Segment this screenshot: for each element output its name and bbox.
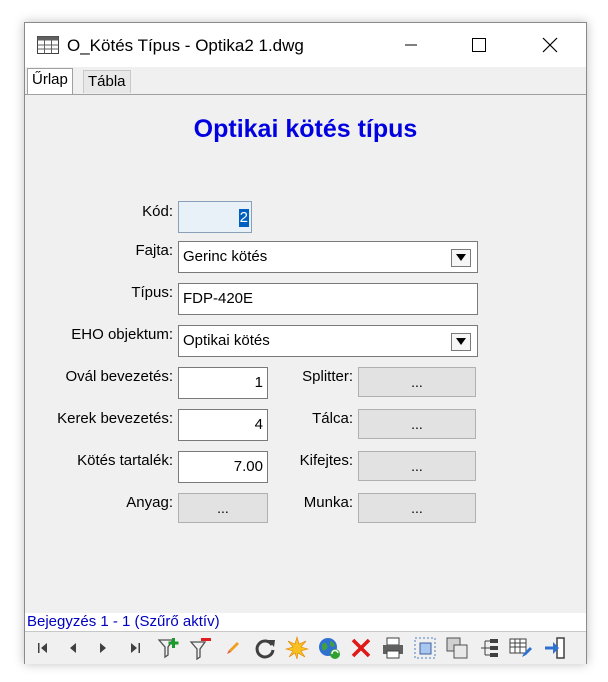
first-record-icon: [38, 643, 47, 653]
chevron-down-icon: [456, 338, 466, 345]
close-button[interactable]: [527, 23, 573, 67]
table-app-icon: [37, 36, 59, 54]
exit-button[interactable]: [543, 636, 567, 660]
tartalek-label: Kötés tartalék:: [77, 452, 173, 469]
splitter-button[interactable]: ...: [358, 367, 476, 397]
window-title: O_Kötés Típus - Optika2 1.dwg: [67, 36, 304, 55]
refresh-button[interactable]: [253, 636, 277, 660]
kerek-value: 4: [254, 416, 263, 433]
oval-value: 1: [254, 374, 263, 391]
select-icon: [414, 637, 436, 659]
remove-filter-button[interactable]: [189, 636, 213, 660]
record-status: Bejegyzés 1 - 1 (Szűrő aktív): [27, 613, 220, 630]
kifejtes-button[interactable]: ...: [358, 451, 476, 481]
tab-tabla[interactable]: Tábla: [83, 70, 131, 93]
eho-value: Optikai kötés: [183, 332, 270, 349]
print-button[interactable]: [381, 636, 405, 660]
next-record-icon: [100, 643, 106, 653]
kerek-label: Kerek bevezetés:: [57, 410, 173, 427]
tartalek-input[interactable]: 7.00: [178, 451, 268, 483]
anyag-button[interactable]: ...: [178, 493, 268, 523]
kod-label: Kód:: [142, 203, 173, 220]
last-record-button[interactable]: [123, 636, 147, 660]
kod-field[interactable]: 2: [178, 201, 252, 233]
prev-record-icon: [70, 643, 76, 653]
remove-filter-icon: [189, 638, 211, 660]
tartalek-value: 7.00: [233, 458, 263, 475]
form-heading: Optikai kötés típus: [193, 115, 418, 143]
maximize-button[interactable]: [456, 23, 502, 67]
minimize-button[interactable]: [388, 23, 434, 67]
printer-icon: [383, 637, 403, 659]
globe-button[interactable]: [317, 636, 341, 660]
close-icon: [542, 37, 558, 53]
status-bar: Bejegyzés 1 - 1 (Szűrő aktív): [25, 613, 586, 631]
refresh-icon: [255, 639, 275, 659]
oval-input[interactable]: 1: [178, 367, 268, 399]
add-filter-button[interactable]: [157, 636, 181, 660]
last-record-icon: [131, 643, 140, 653]
talca-label: Tálca:: [312, 410, 353, 427]
new-record-button[interactable]: [285, 636, 309, 660]
delete-button[interactable]: [349, 636, 373, 660]
fajta-label: Fajta:: [135, 242, 173, 259]
globe-icon: [319, 638, 340, 659]
tree-button[interactable]: [477, 636, 501, 660]
splitter-label: Splitter:: [302, 368, 353, 385]
first-record-button[interactable]: [31, 636, 55, 660]
tipus-label: Típus:: [131, 284, 173, 301]
fajta-value: Gerinc kötés: [183, 248, 268, 265]
tab-urlap[interactable]: Űrlap: [27, 68, 73, 95]
tab-label: Tábla: [88, 73, 126, 90]
tab-strip: Űrlap Tábla: [25, 67, 586, 95]
table-edit-button[interactable]: [509, 636, 533, 660]
kod-value: 2: [238, 209, 249, 227]
tree-icon: [481, 639, 498, 657]
tipus-input[interactable]: FDP-420E: [178, 283, 478, 315]
app-window: O_Kötés Típus - Optika2 1.dwg Űrlap Tábl…: [24, 22, 587, 664]
oval-label: Ovál bevezetés:: [65, 368, 173, 385]
eho-label: EHO objektum:: [71, 326, 173, 343]
talca-button[interactable]: ...: [358, 409, 476, 439]
prev-record-button[interactable]: [61, 636, 85, 660]
form-panel: Optikai kötés típus Kód: 2 Fajta: Gerinc…: [25, 94, 586, 613]
pencil-icon: [227, 642, 239, 654]
minimize-icon: [405, 44, 417, 46]
eho-dropdown-button[interactable]: [451, 333, 471, 351]
munka-button[interactable]: ...: [358, 493, 476, 523]
table-edit-icon: [509, 638, 532, 657]
star-burst-icon: [285, 636, 309, 660]
add-filter-icon: [157, 638, 179, 659]
next-record-button[interactable]: [91, 636, 115, 660]
kerek-input[interactable]: 4: [178, 409, 268, 441]
delete-icon: [351, 638, 371, 658]
fajta-dropdown-button[interactable]: [451, 249, 471, 267]
munka-label: Munka:: [303, 494, 353, 511]
tab-label: Űrlap: [32, 71, 68, 88]
edit-button[interactable]: [221, 636, 245, 660]
anyag-label: Anyag:: [126, 494, 173, 511]
select-button[interactable]: [413, 636, 437, 660]
eho-select[interactable]: Optikai kötés: [178, 325, 478, 357]
chevron-down-icon: [456, 254, 466, 261]
copy-button[interactable]: [445, 636, 469, 660]
tipus-value: FDP-420E: [183, 290, 254, 307]
copy-icon: [446, 637, 468, 659]
kifejtes-label: Kifejtes:: [299, 452, 353, 469]
title-bar: O_Kötés Típus - Optika2 1.dwg: [25, 23, 586, 67]
bottom-toolbar: [25, 631, 586, 664]
exit-icon: [545, 637, 565, 659]
maximize-icon: [472, 38, 486, 52]
fajta-select[interactable]: Gerinc kötés: [178, 241, 478, 273]
